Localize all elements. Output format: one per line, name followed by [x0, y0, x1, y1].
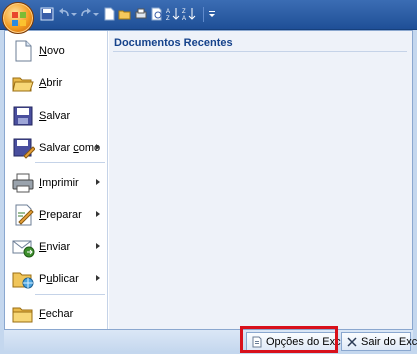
- svg-text:A: A: [166, 9, 170, 15]
- open-icon[interactable]: [118, 7, 132, 21]
- undo-icon[interactable]: [57, 7, 71, 21]
- menu-item-fechar[interactable]: Fechar: [5, 298, 107, 330]
- office-menu-footer: Opções do Excel Sair do Excel: [4, 330, 417, 352]
- new-file-icon[interactable]: [102, 7, 116, 21]
- submenu-arrow-icon: [96, 211, 100, 217]
- menu-item-novo[interactable]: Novo: [5, 35, 107, 67]
- new-document-icon: [15, 40, 32, 62]
- redo-dropdown-icon[interactable]: [92, 7, 100, 21]
- undo-dropdown-icon[interactable]: [70, 7, 78, 21]
- exit-excel-button[interactable]: Sair do Excel: [341, 332, 417, 351]
- printer-icon: [12, 173, 34, 193]
- menu-item-label: Abrir: [39, 77, 63, 89]
- options-document-icon: [252, 336, 262, 348]
- office-menu-commands: Novo Abrir Salvar Salvar como Imprimir Prepar…: [5, 31, 108, 329]
- menu-separator: [35, 294, 105, 295]
- recent-documents-divider: [113, 51, 407, 52]
- sort-descending-icon[interactable]: Z A: [182, 7, 196, 21]
- menu-separator: [35, 162, 105, 163]
- quick-access-toolbar: A Z Z A: [0, 0, 417, 34]
- exit-excel-label: Sair do Excel: [361, 336, 417, 348]
- close-folder-icon: [12, 307, 33, 323]
- preview-icon[interactable]: [150, 7, 164, 21]
- menu-item-publicar[interactable]: Publicar: [5, 263, 107, 295]
- save-as-icon: [13, 138, 35, 159]
- menu-item-preparar[interactable]: Preparar: [5, 199, 107, 231]
- prepare-icon: [15, 204, 34, 226]
- save-disk-icon: [13, 106, 33, 126]
- menu-item-label: Enviar: [39, 241, 71, 253]
- submenu-arrow-icon: [96, 275, 100, 281]
- svg-text:A: A: [182, 16, 186, 21]
- menu-item-label: Preparar: [39, 209, 82, 221]
- office-logo-icon: [12, 12, 26, 26]
- menu-item-label: Novo: [39, 45, 65, 57]
- save-icon[interactable]: [40, 7, 54, 21]
- menu-item-label: Imprimir: [39, 177, 79, 189]
- sort-ascending-icon[interactable]: A Z: [166, 7, 180, 21]
- menu-item-label: Salvar: [39, 110, 71, 122]
- recent-documents-pane: Documentos Recentes: [109, 31, 412, 329]
- customize-toolbar-icon[interactable]: [207, 7, 217, 21]
- office-button[interactable]: [2, 2, 34, 34]
- excel-options-button[interactable]: Opções do Excel: [246, 332, 349, 351]
- toolbar-divider: [203, 7, 204, 22]
- print-preview-icon[interactable]: [134, 7, 148, 21]
- menu-item-label: Publicar: [39, 273, 79, 285]
- menu-item-label: Fechar: [39, 308, 74, 320]
- submenu-arrow-icon: [96, 179, 100, 185]
- svg-text:Z: Z: [182, 9, 186, 15]
- menu-item-abrir[interactable]: Abrir: [5, 67, 107, 99]
- open-folder-icon: [12, 77, 34, 92]
- menu-item-label: Salvar como: [39, 142, 101, 154]
- send-icon: [12, 240, 35, 258]
- menu-item-enviar[interactable]: Enviar: [5, 231, 107, 263]
- recent-documents-title: Documentos Recentes: [114, 37, 233, 49]
- menu-item-imprimir[interactable]: Imprimir: [5, 167, 107, 199]
- publish-icon: [12, 272, 34, 289]
- menu-item-salvar[interactable]: Salvar: [5, 100, 107, 132]
- svg-text:Z: Z: [166, 16, 170, 21]
- excel-options-label: Opções do Excel: [266, 336, 350, 348]
- office-menu-panel: Novo Abrir Salvar Salvar como Imprimir Prepar…: [4, 30, 413, 330]
- redo-icon[interactable]: [79, 7, 93, 21]
- submenu-arrow-icon: [96, 144, 100, 150]
- submenu-arrow-icon: [96, 243, 100, 249]
- exit-x-icon: [347, 337, 357, 347]
- menu-item-salvar-como[interactable]: Salvar como: [5, 132, 107, 164]
- excel-office-menu-window: A Z Z A Novo Abrir Salvar Salvar como Imprim…: [0, 0, 417, 354]
